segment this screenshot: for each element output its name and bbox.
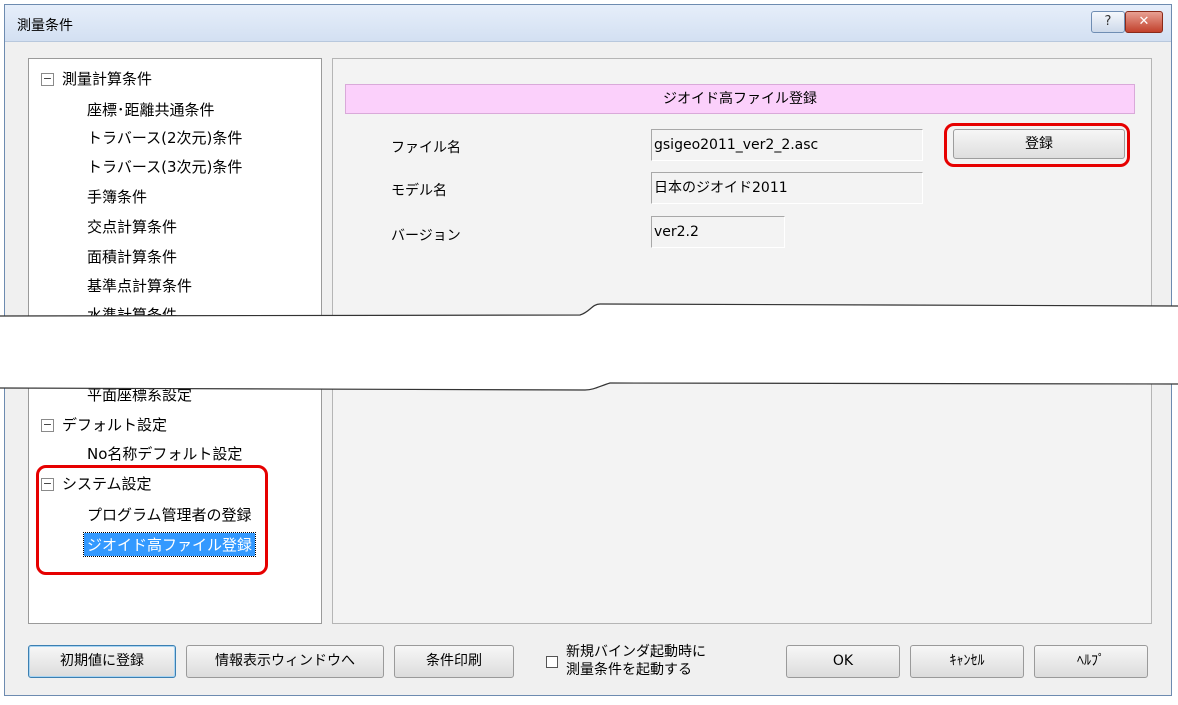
- tree-item-intersection[interactable]: 交点計算条件: [87, 216, 177, 237]
- checkbox-label-line2: 測量条件を起動する: [566, 662, 692, 678]
- cancel-button[interactable]: ｷｬﾝｾﾙ: [910, 645, 1024, 678]
- info-window-button[interactable]: 情報表示ウィンドウへ: [186, 645, 384, 678]
- version-field: ver2.2: [651, 216, 785, 248]
- tree-category-label: デフォルト設定: [62, 416, 168, 434]
- tree-category-label: 測量計算条件: [62, 70, 153, 88]
- version-label: バージョン: [391, 228, 461, 244]
- model-name-label: モデル名: [391, 183, 447, 199]
- tree-item-traverse-2d[interactable]: トラバース(2次元)条件: [87, 127, 242, 148]
- title-bar[interactable]: 測量条件 ? ✕: [5, 5, 1171, 42]
- print-conditions-button[interactable]: 条件印刷: [394, 645, 514, 678]
- tree-item-fieldbook[interactable]: 手簿条件: [87, 186, 147, 207]
- register-defaults-button[interactable]: 初期値に登録: [28, 645, 176, 678]
- system-settings-highlight: [36, 465, 268, 575]
- image-break-band: [0, 303, 1178, 391]
- panel-header: ジオイド高ファイル登録: [345, 84, 1135, 114]
- tree-item-common[interactable]: 座標･距離共通条件: [87, 99, 215, 120]
- file-name-label: ファイル名: [391, 140, 461, 156]
- collapse-icon[interactable]: −: [41, 419, 54, 432]
- tree-item-no-name-default[interactable]: No名称デフォルト設定: [87, 443, 242, 464]
- window-title: 測量条件: [17, 18, 73, 34]
- checkbox-label-line1: 新規バインダ起動時に: [566, 644, 706, 660]
- ok-button[interactable]: OK: [786, 645, 900, 678]
- register-highlight: [944, 123, 1130, 167]
- tree-category-default[interactable]: − デフォルト設定: [41, 414, 167, 435]
- tree-category-survey-calc[interactable]: − 測量計算条件: [41, 68, 152, 89]
- help-icon[interactable]: ?: [1091, 11, 1125, 33]
- close-icon[interactable]: ✕: [1125, 11, 1163, 33]
- collapse-icon[interactable]: −: [41, 73, 54, 86]
- startup-checkbox[interactable]: [546, 656, 558, 668]
- help-button[interactable]: ﾍﾙﾌﾟ: [1034, 645, 1148, 678]
- startup-checkbox-label[interactable]: 新規バインダ起動時に 測量条件を起動する: [566, 643, 706, 679]
- tree-item-traverse-3d[interactable]: トラバース(3次元)条件: [87, 156, 242, 177]
- file-name-field: gsigeo2011_ver2_2.asc: [651, 129, 923, 161]
- model-name-field: 日本のジオイド2011: [651, 172, 923, 204]
- tree-item-area[interactable]: 面積計算条件: [87, 246, 177, 267]
- tree-item-control-point[interactable]: 基準点計算条件: [87, 275, 192, 296]
